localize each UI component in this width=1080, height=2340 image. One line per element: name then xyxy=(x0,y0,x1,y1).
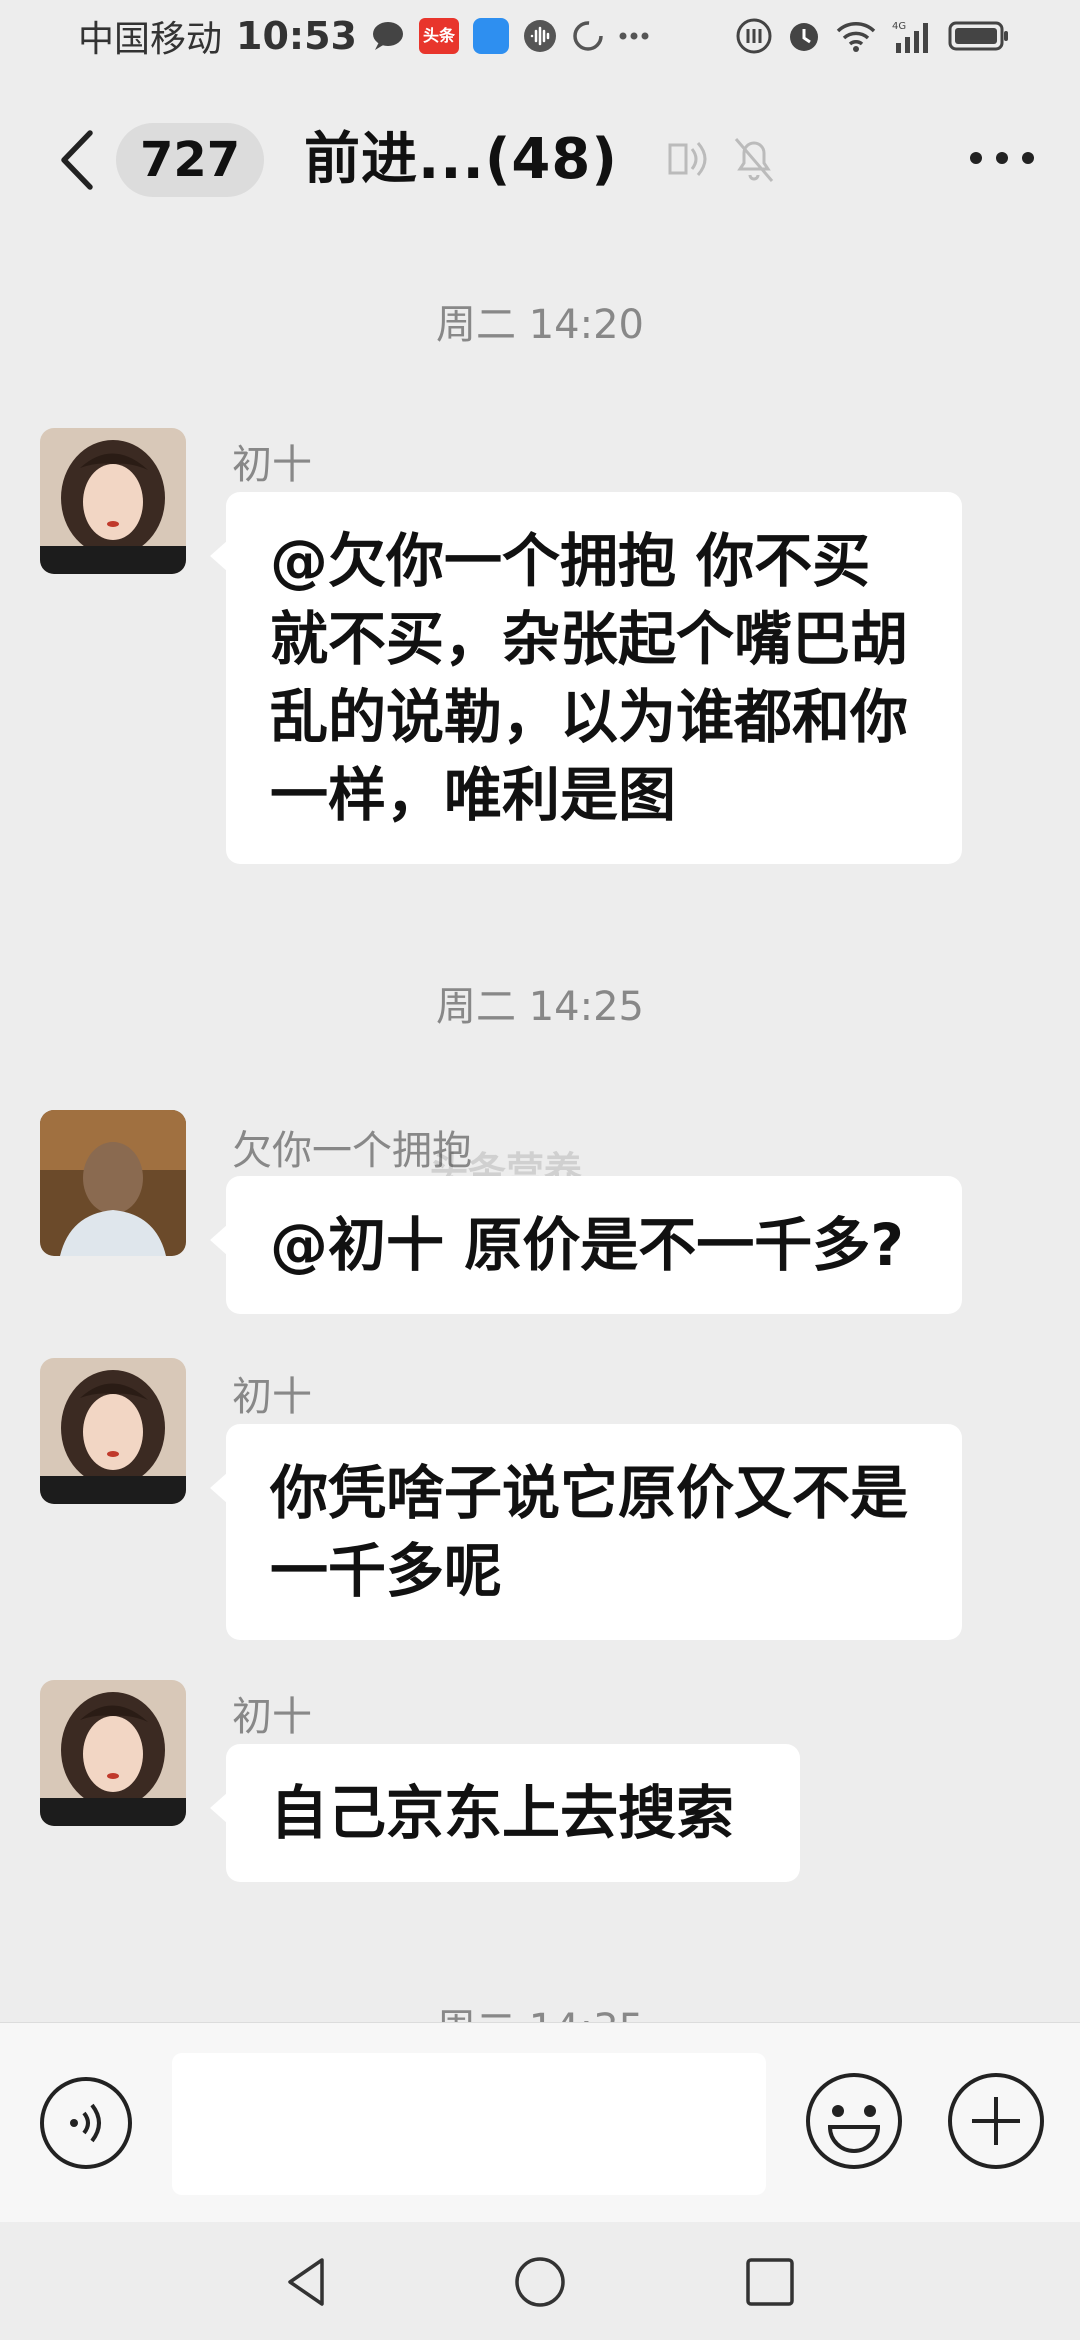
chat-bubble-icon xyxy=(371,20,405,52)
message-timestamp: 周二 14:25 xyxy=(436,984,644,1030)
qq-browser-icon xyxy=(472,18,509,54)
avatar-chushi[interactable] xyxy=(40,1358,186,1504)
more-functions-plus-icon[interactable] xyxy=(946,2071,1046,2171)
sender-name: 初十 xyxy=(232,442,312,488)
emoji-icon[interactable] xyxy=(804,2071,904,2171)
nav-recents-square-icon[interactable] xyxy=(742,2254,798,2310)
message-bubble[interactable]: 自己京东上去搜索 xyxy=(210,1744,800,1882)
toutiao-app-icon: 头条 xyxy=(418,18,459,54)
chat-input-bar xyxy=(0,2022,1080,2223)
battery-icon xyxy=(948,20,1010,52)
clock: 10:53 xyxy=(236,14,357,58)
network-type-label: 4G xyxy=(892,21,906,32)
back-arrow-icon[interactable] xyxy=(52,127,102,193)
chat-title[interactable]: 前进...(48) xyxy=(304,123,618,197)
avatar-chushi[interactable] xyxy=(40,428,186,574)
more-options-icon[interactable] xyxy=(968,143,1036,173)
loading-ring-icon xyxy=(571,19,605,53)
earpiece-mode-icon xyxy=(668,142,707,176)
voice-input-icon[interactable] xyxy=(38,2075,134,2171)
sender-name: 初十 xyxy=(232,1374,312,1420)
wifi-icon xyxy=(836,20,876,52)
message-input[interactable] xyxy=(172,2053,766,2195)
mute-bell-icon xyxy=(734,138,774,182)
avatar-chushi[interactable] xyxy=(40,1680,186,1826)
message-bubble[interactable]: 你凭啥子说它原价又不是一千多呢 xyxy=(210,1424,962,1640)
message-timestamp: 周二 14:20 xyxy=(436,302,644,348)
message-timestamp: 周二 14:35 xyxy=(0,1996,1080,2022)
soundwave-icon xyxy=(523,19,557,53)
message-bubble[interactable]: @初十 原价是不一千多? xyxy=(210,1176,962,1314)
more-notifications-icon xyxy=(619,31,649,41)
avatar-qiannni[interactable] xyxy=(40,1110,186,1256)
carrier-label: 中国移动 xyxy=(78,19,223,60)
nav-back-triangle-icon[interactable] xyxy=(280,2254,336,2310)
vpn-icon xyxy=(736,18,772,54)
system-nav-bar xyxy=(0,2222,1080,2340)
unread-count-badge[interactable]: 727 xyxy=(116,123,265,197)
nav-home-circle-icon[interactable] xyxy=(512,2254,568,2310)
message-bubble[interactable]: @欠你一个拥抱 你不买就不买，杂张起个嘴巴胡乱的说勒，以为谁都和你一样，唯利是图 xyxy=(210,492,962,864)
chat-header: 727 前进...(48) xyxy=(0,105,1080,215)
cellular-signal-icon: 4G xyxy=(890,19,934,53)
alarm-icon xyxy=(786,18,822,54)
sender-name: 初十 xyxy=(232,1694,312,1740)
status-bar: 中国移动 10:53 头条 4G xyxy=(0,0,1080,72)
